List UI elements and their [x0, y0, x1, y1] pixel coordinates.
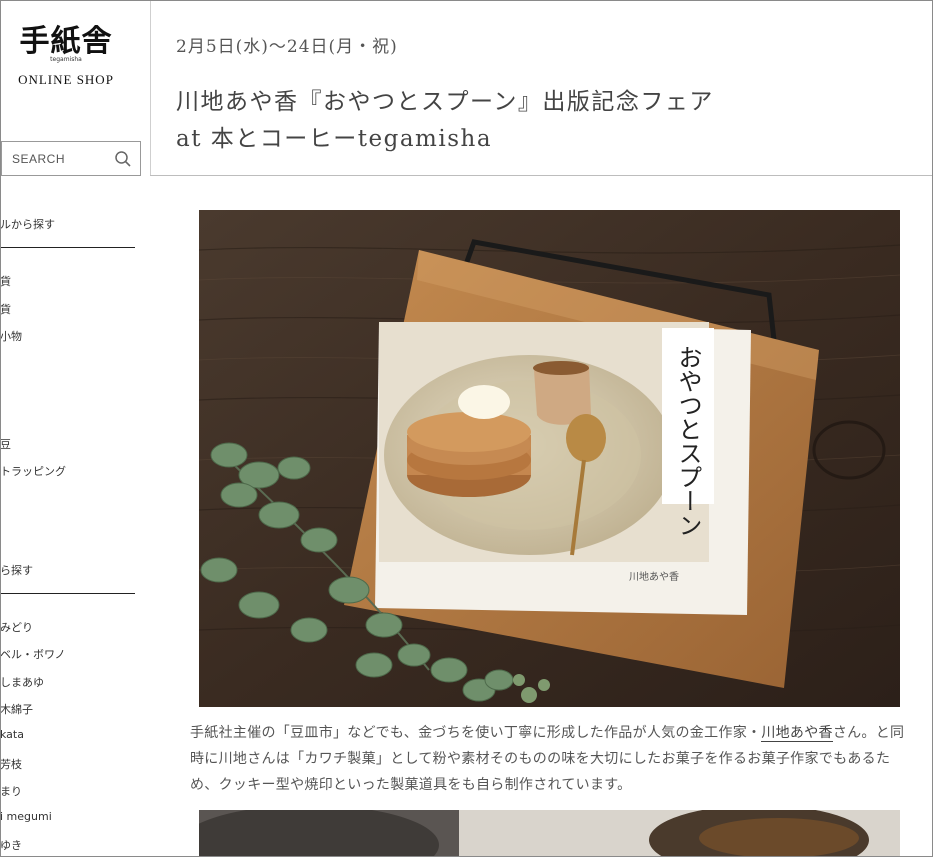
sidebar-item[interactable]: kata	[0, 728, 24, 741]
article-body: 手紙社主催の「豆皿市」などでも、金づちを使い丁寧に形成した作品が人気の金工作家・…	[190, 720, 915, 798]
logo-subtitle: ONLINE SHOP	[18, 72, 114, 87]
sidebar-divider	[0, 247, 135, 248]
sidebar-item[interactable]: 小物	[0, 328, 22, 344]
sidebar-item[interactable]: 芳枝	[0, 756, 22, 772]
sidebar-item[interactable]: ゆき	[0, 837, 22, 853]
book: おやつとスプーン 川地あや香	[375, 322, 751, 615]
book-title: おやつとスプーン	[674, 345, 702, 537]
sidebar-item[interactable]: みどり	[0, 619, 33, 635]
sidebar-item[interactable]: ベル・ボワノ	[0, 646, 65, 662]
hero-image: おやつとスプーン 川地あや香	[199, 210, 900, 707]
second-image	[199, 810, 900, 857]
sidebar-item[interactable]: 豆	[0, 436, 11, 452]
logo-kanji: 手紙舎	[19, 24, 113, 59]
sidebar-section-heading: ルから探す	[0, 218, 55, 231]
hero-photo-svg: おやつとスプーン 川地あや香	[199, 210, 900, 707]
artist-link[interactable]: 川地あや香	[761, 725, 833, 742]
sidebar-item[interactable]: 木綿子	[0, 701, 33, 717]
sidebar-item[interactable]: 貨	[0, 301, 11, 317]
search-icon[interactable]	[114, 150, 132, 168]
sidebar-item[interactable]: 貨	[0, 273, 11, 289]
sidebar-section-heading: ら探す	[0, 564, 33, 577]
sidebar-item[interactable]: まり	[0, 783, 22, 799]
header-divider	[150, 175, 932, 176]
search-input[interactable]	[12, 151, 112, 166]
title-line-2: at 本とコーヒーtegamisha	[176, 126, 493, 152]
book-signature: 川地あや香	[629, 570, 679, 583]
site-logo[interactable]: 手紙舎 tegamisha ONLINE SHOP	[10, 26, 122, 88]
title-line-1: 川地あや香『おやつとスプーン』出版記念フェア	[176, 89, 714, 115]
sidebar-item[interactable]: しまあゆ	[0, 674, 44, 690]
page-title: 川地あや香『おやつとスプーン』出版記念フェア at 本とコーヒーtegamish…	[176, 84, 714, 158]
sidebar-divider	[0, 593, 135, 594]
body-text-pre: 手紙社主催の「豆皿市」などでも、金づちを使い丁寧に形成した作品が人気の金工作家・	[190, 725, 762, 741]
sidebar-item[interactable]: トラッピング	[0, 463, 66, 479]
header-divider-vertical	[150, 0, 151, 175]
sidebar-item[interactable]: i megumi	[0, 810, 52, 823]
search-box	[1, 141, 141, 176]
event-date: 2月5日(水)〜24日(月・祝)	[176, 37, 398, 57]
